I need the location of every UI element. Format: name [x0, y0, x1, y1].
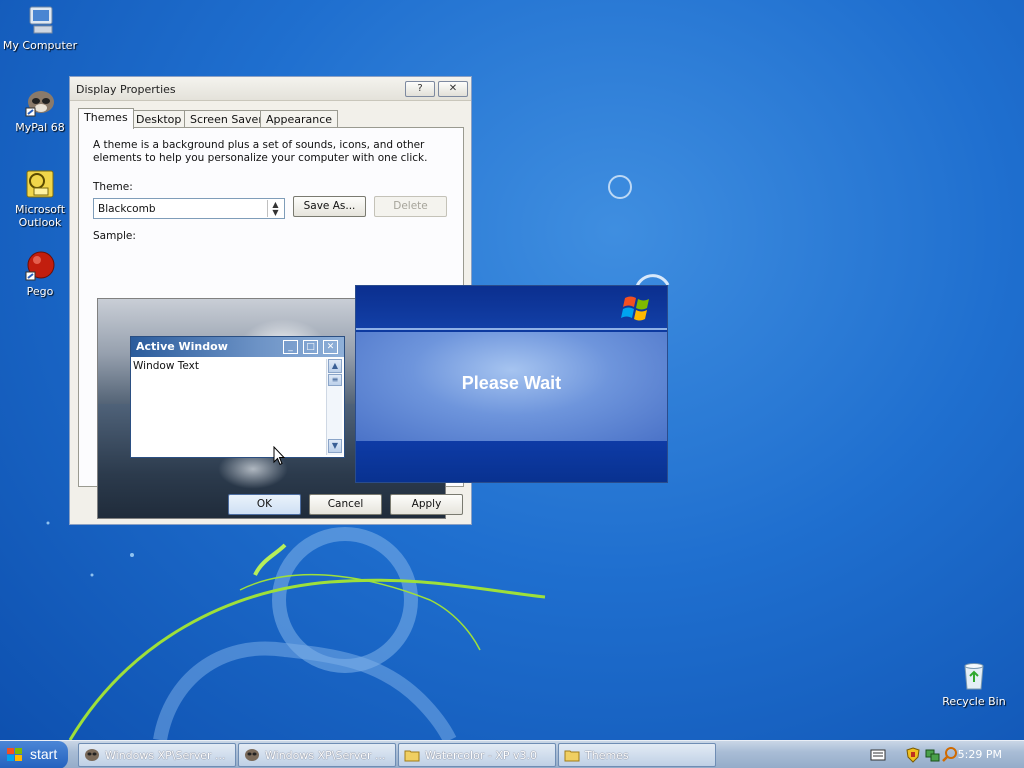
desktop-icon-label: MyPal 68 — [15, 121, 65, 134]
tab-appearance[interactable]: Appearance — [260, 110, 339, 128]
desktop-icon-label: Pego — [26, 285, 54, 298]
sample-active-window: Active Window _ □ ✕ Window Text ▲ ≡ ▼ — [130, 336, 345, 458]
desktop-icon-my-computer[interactable]: My Computer — [0, 4, 80, 52]
system-tray: 5:29 PM — [864, 741, 1024, 768]
taskbar-item-label: Windows XP\Server ... — [105, 749, 226, 762]
sample-window-titlebar: Active Window _ □ ✕ — [131, 337, 344, 357]
desktop-icon-label: Recycle Bin — [942, 695, 1006, 708]
desktop-icon-label: My Computer — [2, 39, 78, 52]
start-label: start — [30, 746, 58, 762]
taskbar-item-watercolor[interactable]: Watercolor - XP v3.0 — [398, 743, 556, 767]
updown-arrow-icon[interactable]: ▲ ▼ — [267, 200, 283, 217]
desktop-icon-mypal[interactable]: MyPal 68 — [0, 86, 80, 134]
close-icon: ✕ — [323, 340, 338, 354]
taskbar-item-themes[interactable]: Themes — [558, 743, 716, 767]
mouse-cursor-icon — [273, 446, 285, 466]
help-icon: ? — [417, 83, 423, 94]
desktop-icon-label: Microsoft Outlook — [14, 203, 66, 229]
taskbar-item-windows-xp-server-2[interactable]: Windows XP\Server ... — [238, 743, 396, 767]
scroll-up-icon: ▲ — [328, 359, 342, 373]
scroll-thumb: ≡ — [328, 374, 342, 386]
tab-label: Appearance — [266, 113, 333, 126]
windows-logo-icon — [7, 748, 22, 761]
close-button[interactable]: ✕ — [438, 81, 468, 97]
taskbar-item-label: Watercolor - XP v3.0 — [425, 749, 537, 762]
taskbar-clock[interactable]: 5:29 PM — [958, 748, 1002, 761]
sample-label: Sample: — [93, 230, 136, 242]
tab-label: Desktop — [136, 113, 182, 126]
please-wait-message: Please Wait — [461, 373, 562, 393]
keyboard-icon[interactable] — [870, 748, 886, 762]
taskbar-item-label: Windows XP\Server ... — [265, 749, 386, 762]
cancel-button[interactable]: Cancel — [309, 494, 382, 515]
tab-label: Screen Saver — [190, 113, 263, 126]
theme-select[interactable]: Blackcomb ▲ ▼ — [93, 198, 285, 219]
window-title: Display Properties — [76, 83, 176, 96]
apply-button[interactable]: Apply — [390, 494, 463, 515]
taskbar-item-windows-xp-server-1[interactable]: Windows XP\Server ... — [78, 743, 236, 767]
tab-themes[interactable]: Themes — [78, 108, 134, 129]
desktop-icon-recycle-bin[interactable]: Recycle Bin — [934, 660, 1014, 708]
network-icon[interactable] — [924, 747, 940, 763]
folder-icon — [564, 750, 580, 762]
pego-icon — [24, 250, 56, 282]
window-titlebar[interactable]: Display Properties ? ✕ — [70, 77, 471, 101]
sample-window-title: Active Window — [136, 340, 228, 353]
start-button[interactable]: start — [0, 741, 68, 768]
taskbar-item-label: Themes — [585, 749, 629, 762]
sample-window-text: Window Text — [133, 360, 199, 372]
delete-button[interactable]: Delete — [374, 196, 447, 217]
scroll-down-icon: ▼ — [328, 439, 342, 453]
save-as-button[interactable]: Save As... — [293, 196, 366, 217]
theme-description: A theme is a background plus a set of so… — [93, 139, 428, 164]
outlook-icon — [24, 168, 56, 200]
tab-label: Themes — [84, 111, 128, 124]
my-computer-icon — [24, 4, 56, 36]
xp-window-icon — [85, 749, 99, 761]
security-shield-icon[interactable] — [906, 747, 920, 763]
tab-desktop[interactable]: Desktop — [130, 110, 188, 128]
folder-icon — [404, 750, 420, 762]
help-button[interactable]: ? — [405, 81, 435, 97]
search-icon[interactable] — [942, 746, 958, 762]
ok-button[interactable]: OK — [228, 494, 301, 515]
desktop-icon-outlook[interactable]: Microsoft Outlook — [0, 168, 80, 229]
please-wait-dialog: Please Wait — [355, 285, 668, 483]
mypal-icon — [24, 86, 56, 118]
sample-scrollbar: ▲ ≡ ▼ — [326, 359, 342, 455]
recycle-bin-icon — [958, 660, 990, 692]
tab-screen-saver[interactable]: Screen Saver — [184, 110, 269, 128]
desktop-icon-pego[interactable]: Pego — [0, 250, 80, 298]
theme-select-value: Blackcomb — [98, 203, 156, 215]
windows-logo-icon — [621, 296, 649, 321]
minimize-icon: _ — [283, 340, 298, 354]
xp-window-icon — [245, 749, 259, 761]
theme-label: Theme: — [93, 181, 133, 193]
wait-footer — [356, 441, 667, 482]
wait-header — [356, 286, 667, 330]
close-icon: ✕ — [448, 83, 458, 94]
maximize-icon: □ — [303, 340, 318, 354]
taskbar: start Windows XP\Server ... Windows XP\S… — [0, 740, 1024, 768]
